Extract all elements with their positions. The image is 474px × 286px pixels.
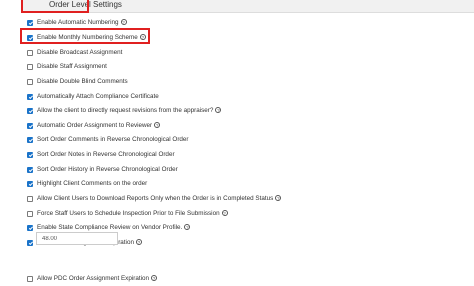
setting-row-monthly-numbering[interactable]: Enable Monthly Numbering Scheme ? [27, 31, 467, 46]
setting-row-client-revisions[interactable]: Allow the client to directly request rev… [27, 104, 467, 119]
checkbox[interactable] [27, 122, 33, 129]
help-icon[interactable]: ? [221, 209, 228, 216]
setting-label: Allow PDC Order Assignment Expiration [37, 274, 149, 282]
settings-list: Enable Automatic Numbering ? Enable Mont… [27, 16, 467, 286]
setting-label: Enable Monthly Numbering Scheme [37, 33, 138, 41]
help-icon[interactable]: ? [139, 33, 146, 40]
checkbox[interactable] [27, 64, 33, 71]
help-icon[interactable]: ? [184, 224, 191, 231]
setting-label: Highlight Client Comments on the order [37, 180, 148, 188]
setting-row-sort-comments[interactable]: Sort Order Comments in Reverse Chronolog… [27, 133, 467, 148]
setting-label: Sort Order Notes in Reverse Chronologica… [37, 151, 175, 159]
checkbox[interactable] [27, 239, 33, 246]
section-header: Order Level Settings [21, 0, 474, 13]
help-icon[interactable]: ? [135, 238, 142, 245]
setting-label: Sort Order History in Reverse Chronologi… [37, 165, 178, 173]
setting-row-download-reports[interactable]: Allow Client Users to Download Reports O… [27, 192, 467, 207]
setting-row-automatic-numbering[interactable]: Enable Automatic Numbering ? [27, 16, 467, 31]
checkbox[interactable] [27, 108, 33, 115]
setting-row-highlight-comments[interactable]: Highlight Client Comments on the order [27, 177, 467, 192]
checkbox[interactable] [27, 225, 33, 232]
setting-row-sort-history[interactable]: Sort Order History in Reverse Chronologi… [27, 162, 467, 177]
setting-row-disable-broadcast[interactable]: Disable Broadcast Assignment [27, 45, 467, 60]
setting-label: Enable Automatic Numbering [37, 19, 119, 27]
setting-label: Automatic Order Assignment to Reviewer [37, 121, 153, 129]
checkbox[interactable] [27, 181, 33, 188]
checkbox[interactable] [27, 166, 33, 173]
setting-label: Force Staff Users to Schedule Inspection… [37, 209, 220, 217]
setting-label: Allow the client to directly request rev… [37, 107, 214, 115]
checkbox[interactable] [27, 49, 33, 56]
help-icon[interactable]: ? [154, 121, 161, 128]
setting-row-assign-reviewer[interactable]: Automatic Order Assignment to Reviewer ? [27, 118, 467, 133]
checkbox[interactable] [27, 34, 33, 41]
help-icon[interactable]: ? [120, 19, 127, 26]
setting-row-attach-compliance[interactable]: Automatically Attach Compliance Certific… [27, 89, 467, 104]
expiration-hours-input[interactable] [36, 232, 118, 245]
checkbox[interactable] [27, 93, 33, 100]
setting-label: Allow Client Users to Download Reports O… [37, 195, 274, 202]
checkbox[interactable] [27, 275, 33, 282]
checkbox[interactable] [27, 196, 33, 202]
checkbox[interactable] [27, 78, 33, 85]
setting-label: Disable Double Blind Comments [37, 77, 128, 85]
setting-label: Disable Broadcast Assignment [37, 48, 123, 56]
help-icon[interactable]: ? [151, 274, 157, 281]
setting-label: Disable Staff Assignment [37, 63, 107, 71]
help-icon[interactable]: ? [215, 107, 222, 114]
setting-row-schedule-inspection[interactable]: Force Staff Users to Schedule Inspection… [27, 206, 467, 221]
setting-label: Automatically Attach Compliance Certific… [37, 92, 159, 100]
setting-row-pdc-expiration[interactable]: Allow PDC Order Assignment Expiration ? [27, 271, 467, 286]
checkbox[interactable] [27, 137, 33, 144]
checkbox[interactable] [27, 20, 33, 27]
checkbox[interactable] [27, 210, 33, 217]
setting-label: Sort Order Comments in Reverse Chronolog… [37, 136, 189, 144]
section-title: Order Level Settings [49, 0, 122, 9]
help-icon[interactable]: ? [275, 195, 282, 201]
setting-row-sort-notes[interactable]: Sort Order Notes in Reverse Chronologica… [27, 148, 467, 163]
setting-row-disable-staff[interactable]: Disable Staff Assignment [27, 60, 467, 75]
setting-row-disable-double-blind[interactable]: Disable Double Blind Comments [27, 75, 467, 90]
checkbox[interactable] [27, 152, 33, 159]
